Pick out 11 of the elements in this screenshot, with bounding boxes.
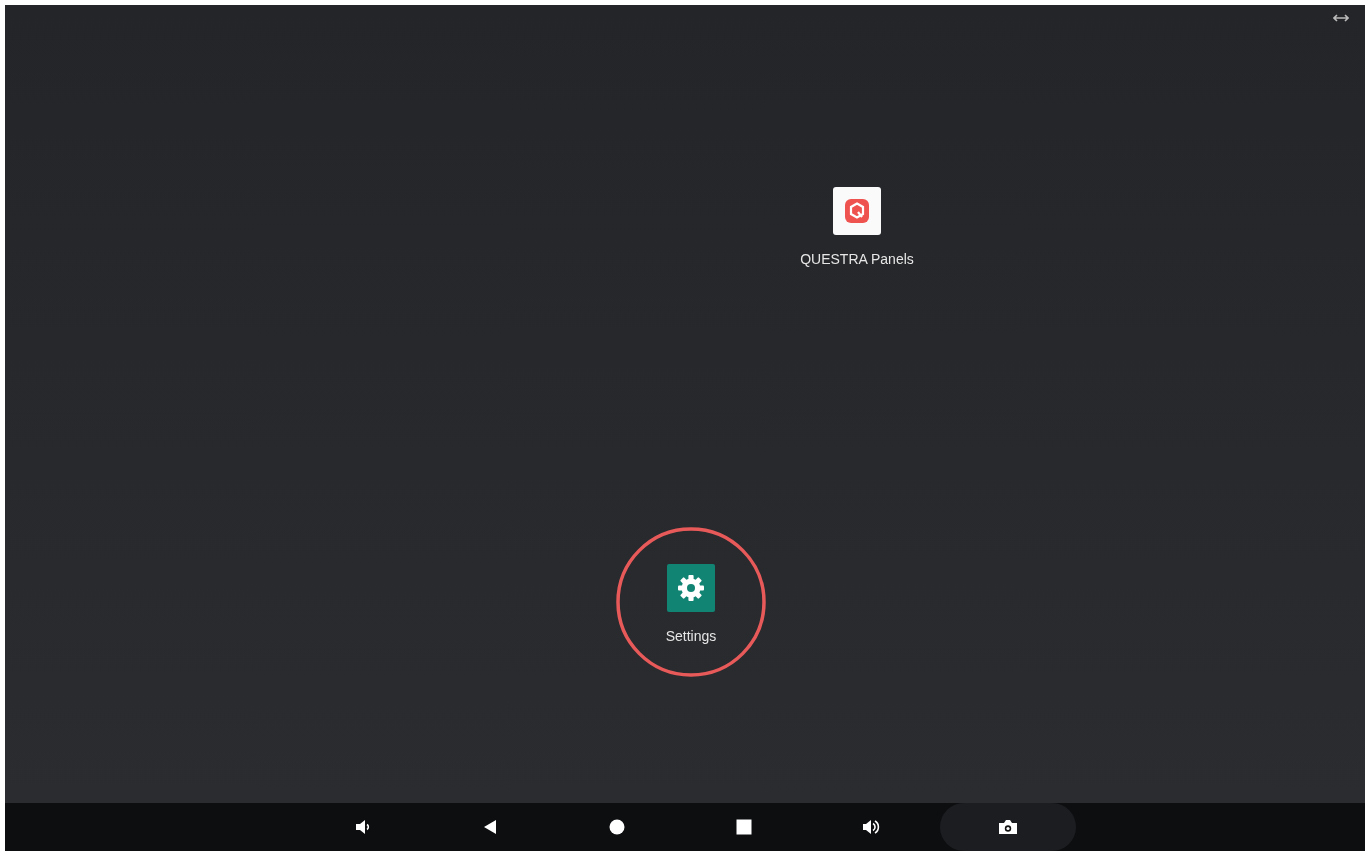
resize-arrow-icon[interactable] xyxy=(1333,13,1349,23)
app-label[interactable]: Settings xyxy=(665,628,717,644)
volume-up-icon[interactable] xyxy=(862,818,880,836)
screenshot-button[interactable] xyxy=(940,803,1076,851)
home-icon[interactable] xyxy=(608,818,626,836)
camera-icon xyxy=(998,819,1018,835)
app-icon[interactable] xyxy=(833,187,881,235)
app-label[interactable]: QUESTRA Panels xyxy=(800,251,914,267)
recents-icon[interactable] xyxy=(735,818,753,836)
volume-down-icon[interactable] xyxy=(354,818,372,836)
settings-icon[interactable] xyxy=(667,564,715,612)
